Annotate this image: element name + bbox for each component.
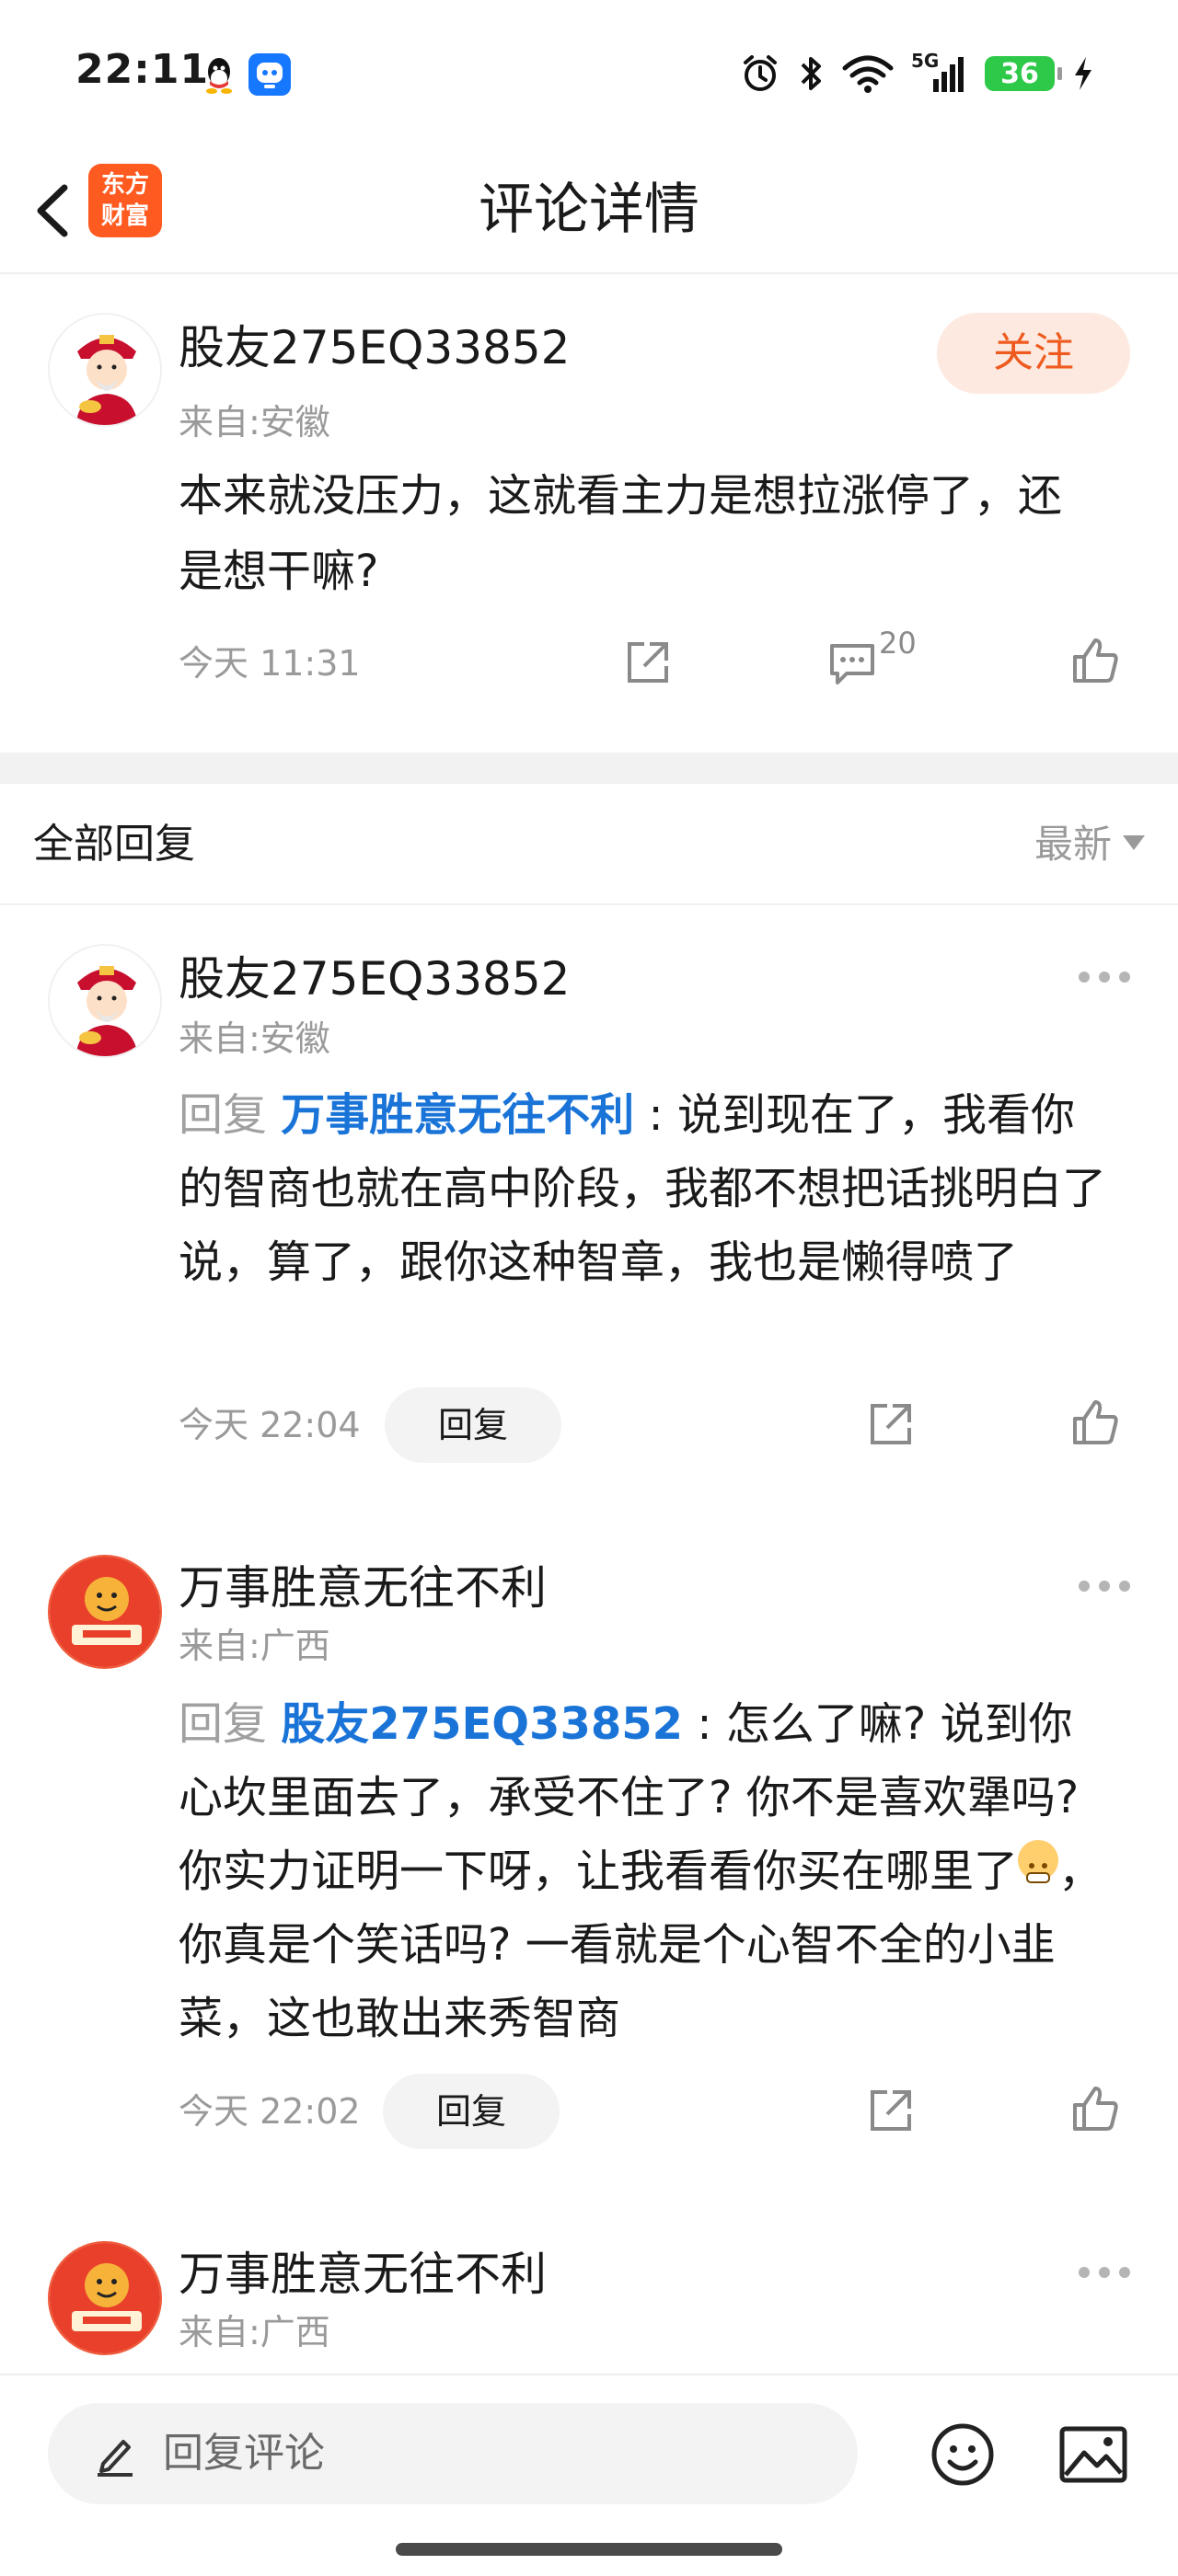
reply-time: 今天 22:04: [179, 1405, 361, 1445]
reply-username[interactable]: 股友275EQ33852: [179, 949, 570, 1008]
reply-button[interactable]: 回复: [385, 1387, 561, 1463]
post-location: 来自:安徽: [179, 402, 330, 443]
sort-dropdown[interactable]: 最新: [1034, 817, 1112, 872]
battery-icon: 36: [985, 56, 1062, 91]
more-options-icon[interactable]: [1079, 972, 1130, 984]
share-icon[interactable]: [622, 637, 674, 692]
reply-location: 来自:广西: [179, 2312, 330, 2352]
status-time: 22:11: [75, 46, 210, 93]
reply-text: 回复 股友275EQ33852 : 怎么了嘛? 说到你心坎里面去了，承受不住了?…: [179, 1698, 1103, 2044]
mention-link[interactable]: 万事胜意无往不利: [281, 1089, 634, 1141]
bluetooth-icon: [801, 57, 821, 90]
alarm-icon: [744, 55, 777, 91]
share-icon[interactable]: [865, 1398, 917, 1454]
avatar[interactable]: [48, 313, 162, 427]
comment-icon[interactable]: [826, 637, 878, 692]
reply-button[interactable]: 回复: [383, 2074, 560, 2149]
avatar[interactable]: [48, 2241, 162, 2355]
nav-header: 东方 财富 评论详情: [0, 147, 1178, 274]
wifi-icon: [842, 55, 894, 93]
lucky-tiger-avatar-icon: [50, 1557, 160, 1667]
status-icons: 5G 36: [740, 50, 1095, 98]
bottom-bar: 回复评论: [0, 2374, 1178, 2576]
replies-header: 全部回复 最新: [0, 784, 1178, 905]
section-divider: [0, 753, 1178, 784]
pencil-icon: [98, 2440, 133, 2477]
avatar[interactable]: [48, 1555, 162, 1669]
caret-down-icon[interactable]: [1123, 835, 1145, 850]
post-username[interactable]: 股友275EQ33852: [179, 318, 570, 377]
reply-username[interactable]: 万事胜意无往不利: [179, 2245, 547, 2304]
avatar[interactable]: [48, 944, 162, 1058]
grimace-emoji-icon: [1018, 1840, 1059, 1883]
app-icon: [248, 53, 291, 96]
home-indicator[interactable]: [396, 2543, 782, 2556]
page-title: 评论详情: [479, 178, 699, 242]
comment-count: 20: [879, 626, 917, 661]
reply-comment-input[interactable]: 回复评论: [48, 2403, 858, 2504]
emoji-icon[interactable]: [930, 2421, 996, 2491]
follow-button[interactable]: 关注: [937, 313, 1130, 394]
reply-location: 来自:安徽: [179, 1018, 330, 1059]
input-placeholder: 回复评论: [163, 2430, 325, 2477]
like-icon[interactable]: [1069, 635, 1121, 690]
qq-icon: [198, 53, 240, 96]
reply-time: 今天 22:02: [179, 2091, 361, 2132]
more-options-icon[interactable]: [1079, 1581, 1130, 1593]
more-options-icon[interactable]: [1079, 2267, 1130, 2280]
lucky-tiger-avatar-icon: [50, 2243, 160, 2353]
post-time: 今天 11:31: [179, 643, 361, 684]
image-icon[interactable]: [1058, 2423, 1128, 2490]
fortune-god-avatar-icon: [50, 315, 160, 425]
reply-username[interactable]: 万事胜意无往不利: [179, 1558, 547, 1617]
charging-icon: [1075, 57, 1091, 90]
reply-text: 回复 万事胜意无往不利 : 说到现在了，我看你的智商也就在高中阶段，我都不想把话…: [179, 1089, 1107, 1288]
share-icon[interactable]: [865, 2085, 917, 2140]
post-text: 本来就没压力，这就看主力是想拉涨停了，还是想干嘛?: [179, 470, 1063, 597]
mention-link[interactable]: 股友275EQ33852: [281, 1698, 683, 1750]
like-icon[interactable]: [1069, 1397, 1121, 1452]
status-bar: 22:11 5G 36: [0, 0, 1178, 147]
replies-title: 全部回复: [33, 821, 195, 868]
signal-icon: 5G: [911, 50, 968, 94]
reply-location: 来自:广西: [179, 1626, 330, 1666]
fortune-god-avatar-icon: [50, 946, 160, 1056]
like-icon[interactable]: [1069, 2083, 1121, 2138]
